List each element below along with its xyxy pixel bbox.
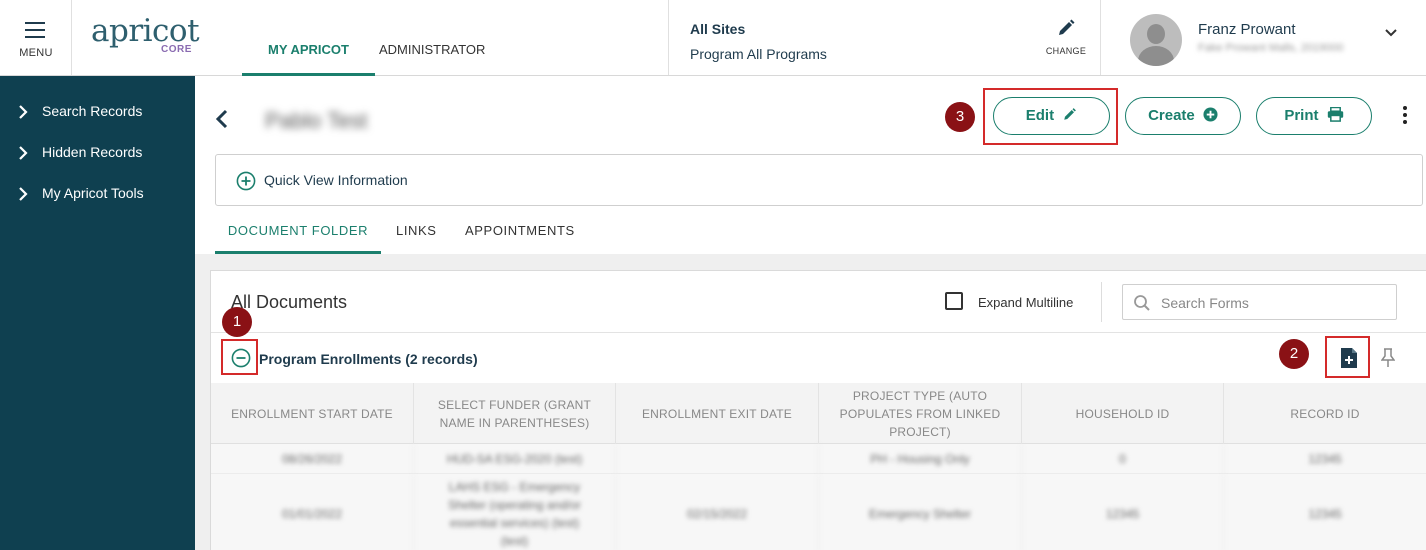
logo-word: apricot [91,13,200,49]
table-cell: 12345 [1022,474,1224,550]
expand-multiline-label: Expand Multiline [978,295,1074,310]
site-title: All Sites [690,21,746,37]
quick-view-panel[interactable]: Quick View Information [215,154,1423,206]
annotation-badge-2: 2 [1279,339,1309,369]
table-cell: 02/15/2022 [616,474,819,550]
printer-icon [1327,106,1343,122]
pencil-icon [1064,108,1077,120]
plus-circle-icon [1203,107,1218,122]
plus-circle-outline-icon [236,171,256,191]
table-cell [616,444,819,474]
sidebar: Search Records Hidden Records My Apricot… [0,76,195,550]
top-bar: MENU apricot CORE MY APRICOT ADMINISTRAT… [0,0,1426,76]
nav-tab-administrator[interactable]: ADMINISTRATOR [379,42,485,57]
column-header[interactable]: ENROLLMENT START DATE [211,383,414,444]
chevron-right-icon [19,146,28,160]
chevron-right-icon [19,187,28,201]
change-label: CHANGE [1045,46,1087,56]
sidebar-item-label: Hidden Records [42,144,143,160]
search-forms-input[interactable] [1161,293,1386,313]
quick-view-label: Quick View Information [264,172,408,188]
divider [1101,282,1102,322]
column-header[interactable]: RECORD ID [1224,383,1426,444]
avatar [1130,14,1182,66]
table-cell: Emergency Shelter [819,474,1022,550]
table-cell: PH - Housing Only [819,444,1022,474]
section-title: Program Enrollments (2 records) [259,351,478,367]
column-header[interactable]: ENROLLMENT EXIT DATE [616,383,819,444]
column-header[interactable]: SELECT FUNDER (GRANT NAME IN PARENTHESES… [414,383,616,444]
divider [211,332,1426,333]
site-program: Program All Programs [690,46,827,62]
logo-sub: CORE [161,44,192,55]
sidebar-item-hidden-records[interactable]: Hidden Records [0,138,195,168]
user-subtitle: Fake Prowant Malls, 2019000 [1198,42,1344,54]
tab-appointments[interactable]: APPOINTMENTS [465,223,575,238]
sidebar-item-label: My Apricot Tools [42,185,144,201]
create-button[interactable]: Create [1125,97,1241,135]
sidebar-item-search-records[interactable]: Search Records [0,97,195,127]
back-arrow-icon[interactable] [214,108,230,130]
user-menu[interactable]: Franz Prowant Fake Prowant Malls, 201900… [1130,14,1426,66]
tab-links[interactable]: LINKS [396,223,437,238]
pencil-icon [1059,19,1075,35]
annotation-badge-3: 3 [945,102,975,132]
pin-icon[interactable] [1381,348,1395,368]
table-cell: 12345 [1308,507,1342,521]
add-document-icon[interactable] [1340,347,1358,369]
record-name: Pablo Test [265,108,368,133]
table-cell: HUD-SA ESG-2020 (test) [414,444,616,474]
all-documents-title: All Documents [231,292,348,312]
site-selector: All Sites Program All Programs CHANGE [668,0,1101,75]
print-label: Print [1284,107,1319,124]
change-site-button[interactable]: CHANGE [1044,18,1088,56]
table-cell: 12345 [1308,452,1342,466]
enrollments-table: ENROLLMENT START DATE SELECT FUNDER (GRA… [211,383,1426,550]
sidebar-item-label: Search Records [42,103,143,119]
hamburger-icon [25,22,45,43]
edit-label: Edit [1025,107,1055,124]
user-name: Franz Prowant [1198,21,1296,38]
annotation-badge-1: 1 [222,307,252,337]
nav-tab-my-apricot[interactable]: MY APRICOT [242,42,375,76]
collapse-minus-icon[interactable] [231,348,251,368]
table-cell: LAHS ESG - Emergency Shelter (operating … [414,474,616,550]
table-cell: 01/01/2022 [211,474,414,550]
apricot-logo[interactable]: apricot CORE [91,13,200,55]
table-header: ENROLLMENT START DATE SELECT FUNDER (GRA… [211,383,1426,444]
search-icon [1134,295,1150,311]
table-cell: 08/26/2022 [211,444,414,474]
menu-label: MENU [19,47,53,59]
table-row[interactable]: 01/01/2022 LAHS ESG - Emergency Shelter … [211,474,1426,550]
column-header[interactable]: HOUSEHOLD ID [1022,383,1224,444]
create-label: Create [1148,107,1195,124]
menu-button[interactable]: MENU [0,0,72,75]
chevron-right-icon [19,105,28,119]
tab-document-folder[interactable]: DOCUMENT FOLDER [215,223,381,254]
column-header[interactable]: PROJECT TYPE (AUTO POPULATES FROM LINKED… [819,383,1022,444]
search-forms-field [1122,284,1397,320]
chevron-down-icon [1385,29,1397,37]
more-options-icon[interactable] [1398,106,1412,128]
edit-button[interactable]: Edit [993,97,1110,135]
expand-multiline-checkbox[interactable] [945,292,963,310]
table-cell: 0 [1022,444,1224,474]
table-row[interactable]: 08/26/2022 HUD-SA ESG-2020 (test) PH - H… [211,444,1426,474]
sidebar-item-my-apricot-tools[interactable]: My Apricot Tools [0,179,195,209]
print-button[interactable]: Print [1256,97,1372,135]
